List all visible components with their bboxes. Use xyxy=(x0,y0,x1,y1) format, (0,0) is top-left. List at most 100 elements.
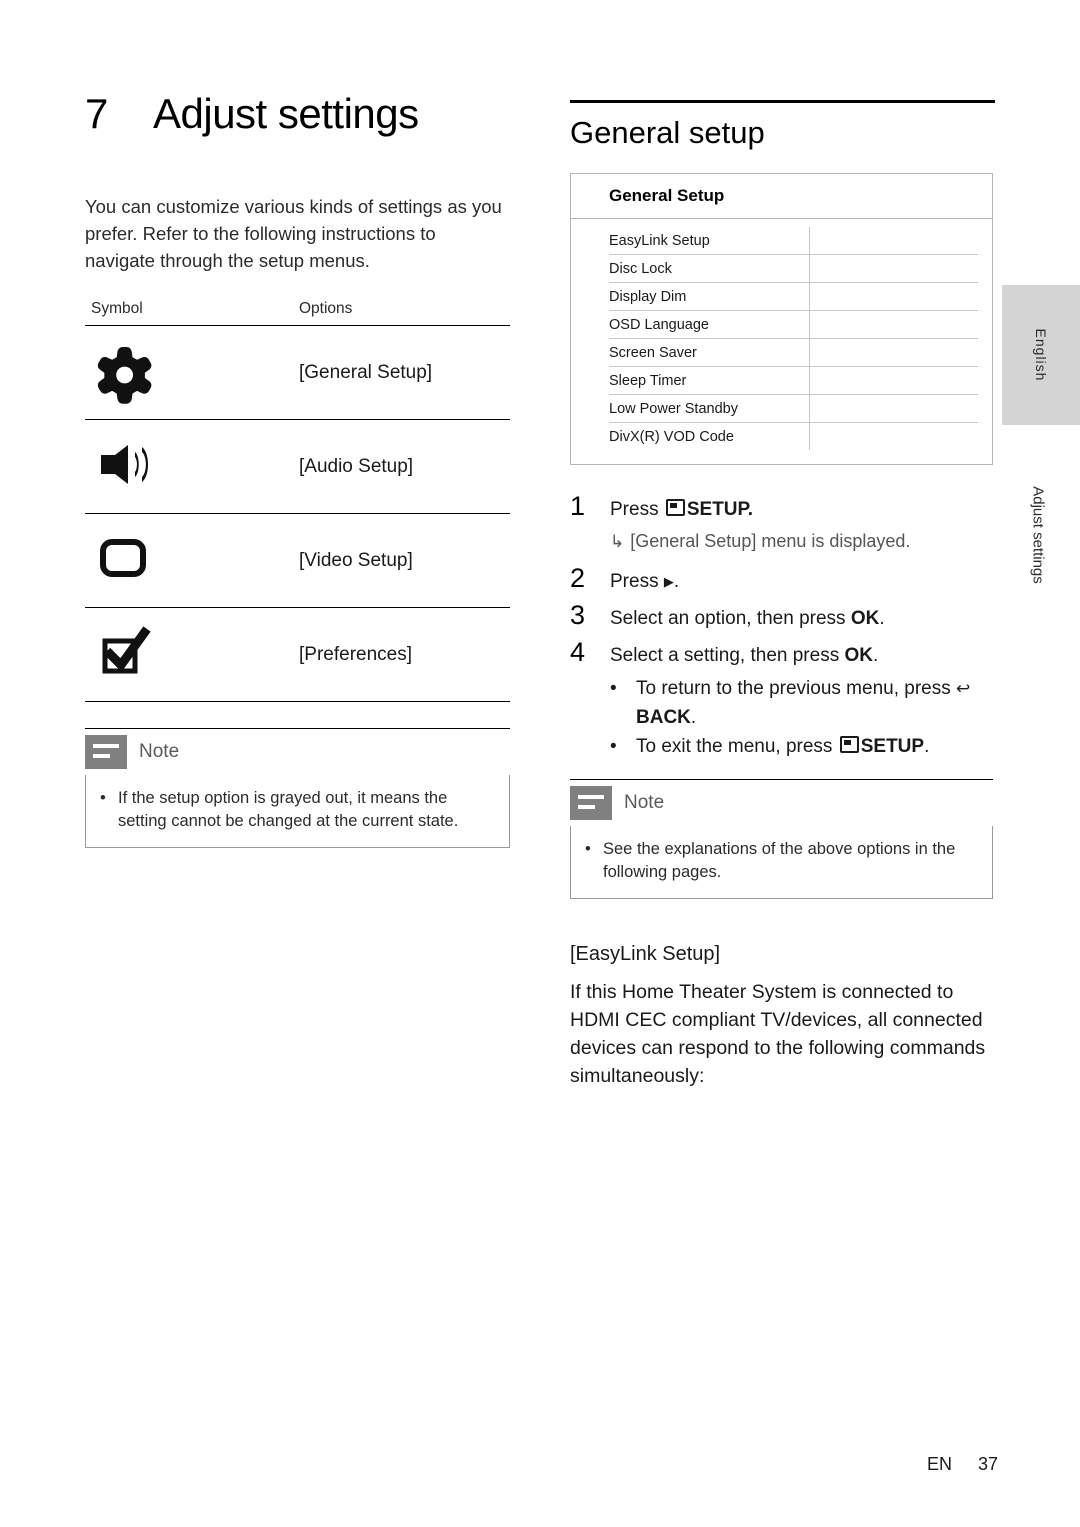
step-item: 3 Select an option, then press OK. xyxy=(570,600,995,635)
left-column: 7 Adjust settings You can customize vari… xyxy=(85,90,510,848)
option-label: [Audio Setup] xyxy=(299,455,414,477)
chapter-intro: You can customize various kinds of setti… xyxy=(85,196,502,271)
screen-row: Screen Saver xyxy=(609,339,978,367)
screen-row: Sleep Timer xyxy=(609,367,978,395)
step-ok-label: OK xyxy=(844,645,873,666)
screen-row-label: Screen Saver xyxy=(609,339,810,366)
step-number: 3 xyxy=(570,600,586,630)
page-footer: EN 37 xyxy=(927,1454,998,1475)
screen-row: OSD Language xyxy=(609,311,978,339)
sub-bullet: • To return to the previous menu, press … xyxy=(610,674,995,732)
step-ok-label: OK xyxy=(850,608,880,629)
screen-row-list: EasyLink Setup Disc Lock Display Dim OSD… xyxy=(571,219,992,464)
screen-row-label: Sleep Timer xyxy=(609,367,810,394)
symbol-cell xyxy=(85,326,299,420)
symbol-cell xyxy=(85,420,299,514)
tv-screen-icon xyxy=(85,523,161,593)
screen-row-value xyxy=(810,423,978,450)
screen-row-value xyxy=(810,367,978,394)
table-header-row: Symbol Options xyxy=(85,300,510,326)
step-text-after: SETUP. xyxy=(686,499,754,520)
note-body: • If the setup option is grayed out, it … xyxy=(85,775,510,848)
screen-row-value xyxy=(810,227,978,254)
note-icon xyxy=(85,735,127,769)
speaker-icon xyxy=(85,429,161,499)
screen-header: General Setup xyxy=(571,174,992,219)
step-text-before: Select an option, then press xyxy=(610,608,851,629)
step-text-after: . xyxy=(673,571,680,592)
easylink-title: [EasyLink Setup] xyxy=(570,943,721,965)
bullet-text-before: To exit the menu, press xyxy=(636,736,838,757)
header-symbol: Symbol xyxy=(91,300,143,317)
manual-page: 7 Adjust settings You can customize vari… xyxy=(0,0,1080,1527)
language-tab-label: English xyxy=(1033,328,1049,382)
sub-bullet-text: To exit the menu, press SETUP. xyxy=(636,732,929,761)
step-result: ↳ [General Setup] menu is displayed. xyxy=(610,528,995,555)
note-block-right: Note • See the explanations of the above… xyxy=(570,779,993,899)
screen-row-label: Disc Lock xyxy=(609,255,810,282)
note-label: Note xyxy=(624,792,665,813)
screen-row-label: DivX(R) VOD Code xyxy=(609,423,810,450)
back-label: BACK xyxy=(636,707,691,728)
step-number: 4 xyxy=(570,637,586,667)
table-row: [General Setup] xyxy=(85,326,510,420)
language-tab: English xyxy=(1002,285,1080,425)
option-label: [Video Setup] xyxy=(299,549,413,571)
symbol-cell xyxy=(85,608,299,702)
table-row: [Audio Setup] xyxy=(85,420,510,514)
right-arrow-icon: ▶ xyxy=(663,574,674,589)
step-text-after: . xyxy=(879,608,885,629)
sub-bullet: • To exit the menu, press SETUP. xyxy=(610,732,995,761)
page-title: 7 Adjust settings xyxy=(85,90,510,138)
general-setup-screen-mock: General Setup EasyLink Setup Disc Lock D… xyxy=(570,173,993,465)
step-result-text: [General Setup] menu is displayed. xyxy=(630,531,911,551)
bullet-dot: • xyxy=(585,840,591,858)
step-text: Select an option, then press OK. xyxy=(610,602,885,635)
checkbox-check-icon xyxy=(85,617,161,687)
footer-page-number: 37 xyxy=(977,1454,998,1474)
step-text-before: Press xyxy=(610,499,664,520)
setup-label: SETUP xyxy=(860,736,925,757)
note-text: See the explanations of the above option… xyxy=(603,840,956,881)
note-header: Note xyxy=(85,728,510,769)
bullet-dot: • xyxy=(100,789,106,807)
chapter-number: 7 xyxy=(85,90,108,137)
table-row: [Preferences] xyxy=(85,608,510,702)
setup-icon xyxy=(665,499,685,516)
section-side-label: Adjust settings xyxy=(1018,450,1058,620)
option-label: [General Setup] xyxy=(299,361,433,383)
bullet-text-after: . xyxy=(690,707,697,728)
easylink-body: If this Home Theater System is connected… xyxy=(570,981,986,1087)
screen-row-label: EasyLink Setup xyxy=(609,227,810,254)
screen-row-label: OSD Language xyxy=(609,311,810,338)
screen-row-value xyxy=(810,339,978,366)
note-icon xyxy=(570,786,612,820)
screen-row: Disc Lock xyxy=(609,255,978,283)
screen-row-value xyxy=(810,255,978,282)
step-text-before: Select a setting, then press xyxy=(610,645,845,666)
step-text: Select a setting, then press OK. xyxy=(610,639,878,672)
screen-row-value xyxy=(810,395,978,422)
screen-row-label: Low Power Standby xyxy=(609,395,810,422)
screen-row: Low Power Standby xyxy=(609,395,978,423)
step-number: 1 xyxy=(570,491,586,521)
symbol-cell xyxy=(85,514,299,608)
step-item: 2 Press ▶. xyxy=(570,563,995,598)
step-text-before: Press xyxy=(610,571,664,592)
step-text-after: . xyxy=(872,645,879,666)
note-bullet-item: • See the explanations of the above opti… xyxy=(585,838,978,884)
note-header: Note xyxy=(570,779,993,820)
chapter-title-text: Adjust settings xyxy=(153,90,419,137)
header-options: Options xyxy=(299,300,353,317)
sub-bullet-text: To return to the previous menu, press ↩ B… xyxy=(636,674,995,732)
screen-row: DivX(R) VOD Code xyxy=(609,423,978,450)
screen-row-value xyxy=(810,311,978,338)
section-side-label-text: Adjust settings xyxy=(1029,486,1047,584)
footer-locale: EN xyxy=(926,1454,952,1474)
screen-row: Display Dim xyxy=(609,283,978,311)
step-number: 2 xyxy=(570,563,586,593)
step-text: Press SETUP. xyxy=(610,493,753,526)
note-bullet-item: • If the setup option is grayed out, it … xyxy=(100,787,495,833)
bullet-dot: • xyxy=(610,736,617,757)
bullet-text-before: To return to the previous menu, press xyxy=(636,678,956,699)
